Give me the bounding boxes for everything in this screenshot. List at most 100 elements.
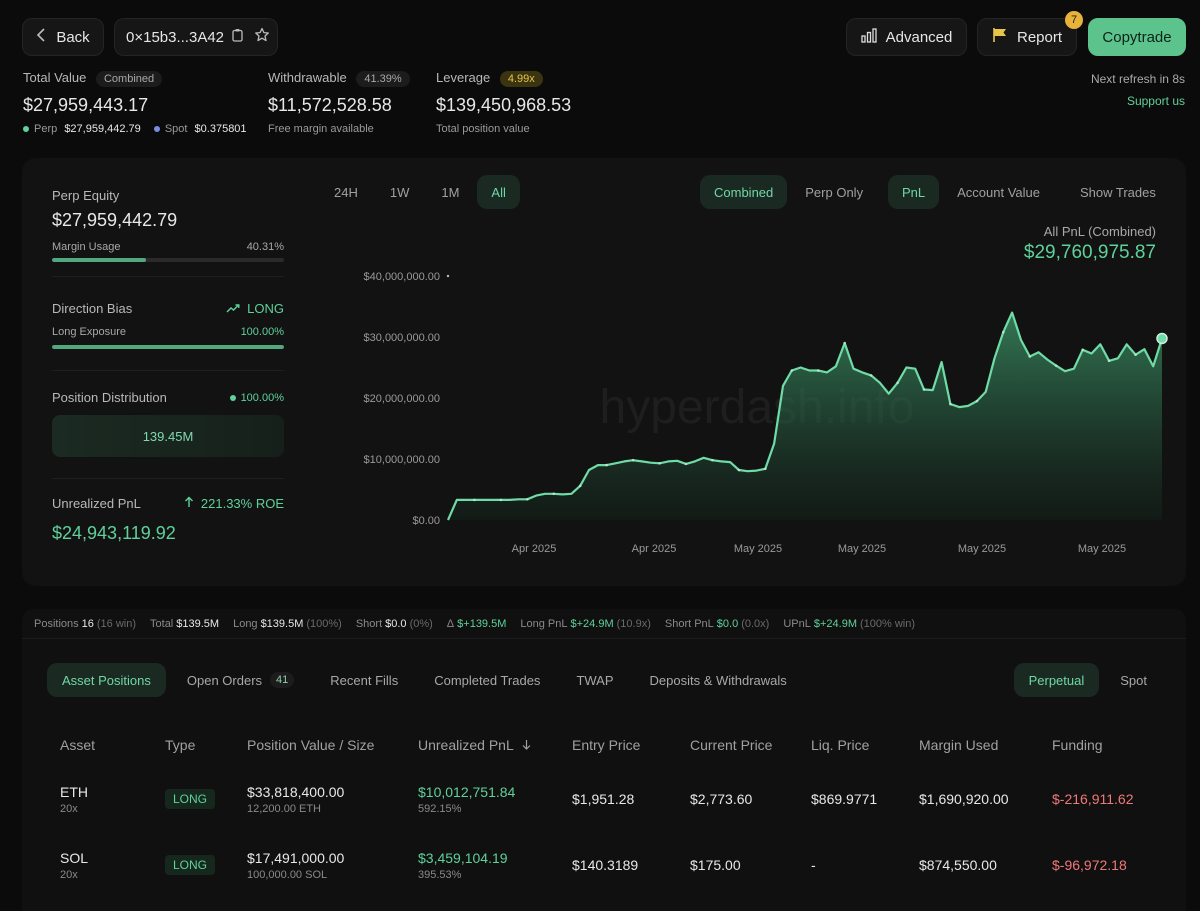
col-entry-price[interactable]: Entry Price	[572, 724, 690, 766]
pnl-point	[1081, 348, 1084, 352]
pnl-area	[448, 312, 1162, 520]
tab-open-orders[interactable]: Open Orders 41	[172, 663, 309, 697]
pnl-chart[interactable]: hyperdash.info$40,000,000.00$30,000,000.…	[312, 258, 1172, 568]
stat-upnl-sub: (100% win)	[860, 617, 916, 630]
distribution-bar[interactable]: 139.45M	[52, 415, 284, 457]
x-tick-label: Apr 2025	[512, 543, 557, 555]
range-all[interactable]: All	[477, 175, 520, 209]
positions-tabs: Asset Positions Open Orders 41 Recent Fil…	[47, 663, 802, 697]
mode-selector: Combined Perp Only	[700, 175, 877, 209]
stat-total-label: Total	[150, 617, 174, 630]
pnl-point	[975, 399, 979, 403]
spot-dot	[153, 125, 160, 132]
perp-value: $27,959,442.79	[64, 122, 141, 135]
range-selector: 24H 1W 1M All	[320, 175, 520, 209]
report-badge: 7	[1065, 11, 1083, 29]
col-margin-used[interactable]: Margin Used	[919, 724, 1052, 766]
entry-price: $140.3189	[572, 857, 639, 873]
funding: $-216,911.62	[1052, 791, 1134, 807]
metric-account-value[interactable]: Account Value	[943, 175, 1054, 209]
tab-twap[interactable]: TWAP	[561, 663, 628, 697]
col-position-value[interactable]: Position Value / Size	[247, 724, 418, 766]
distribution-pct: 100.00%	[240, 391, 284, 404]
x-tick-label: May 2025	[734, 543, 782, 555]
col-type[interactable]: Type	[165, 724, 247, 766]
current-price: $175.00	[690, 857, 741, 873]
copytrade-label: Copytrade	[1102, 28, 1172, 46]
axis-marker	[446, 274, 450, 278]
copy-icon[interactable]	[232, 28, 244, 46]
long-exposure-pct: 100.00%	[240, 326, 284, 338]
margin-used: $1,690,920.00	[919, 791, 1009, 807]
tab-recent-fills[interactable]: Recent Fills	[315, 663, 413, 697]
spot-value: $0.375801	[194, 122, 247, 135]
direction-bias-value: LONG	[226, 301, 284, 316]
stat-long-value: $139.5M	[260, 617, 304, 630]
tab-asset-positions[interactable]: Asset Positions	[47, 663, 166, 697]
pnl-point	[1134, 353, 1137, 356]
funding: $-96,972.18	[1052, 857, 1127, 873]
position-size: 100,000.00 SOL	[247, 868, 328, 881]
back-button[interactable]: Back	[22, 18, 104, 56]
positions-table: Asset Type Position Value / Size Unreali…	[22, 724, 1186, 898]
range-1w[interactable]: 1W	[376, 175, 424, 209]
asset-name: ETH	[60, 783, 88, 800]
total-value-label: Total Value	[23, 70, 87, 85]
stat-short-value: $0.0	[385, 617, 407, 630]
stat-long-pnl: Long PnL $+24.9M (10.9x)	[520, 618, 650, 630]
copytrade-button[interactable]: Copytrade	[1088, 18, 1186, 56]
report-button[interactable]: Report	[977, 18, 1077, 56]
stat-short-pnl-sub: (0.0x)	[741, 617, 770, 630]
withdrawable-sub: Free margin available	[268, 122, 374, 135]
report-label: Report	[1016, 28, 1063, 46]
long-exposure-label: Long Exposure	[52, 326, 126, 338]
col-current-price[interactable]: Current Price	[690, 724, 811, 766]
direction-bias-label: Direction Bias	[52, 301, 133, 316]
col-unrealized-pnl-label: Unrealized PnL	[418, 737, 514, 753]
leverage-label: Leverage	[436, 70, 491, 85]
tab-spot[interactable]: Spot	[1105, 663, 1162, 697]
advanced-button[interactable]: Advanced	[846, 18, 967, 56]
position-value: $33,818,400.00	[247, 783, 345, 800]
metric-pnl[interactable]: PnL	[888, 175, 940, 209]
pnl-point	[658, 461, 661, 465]
withdrawable-pct: 41.39%	[356, 70, 410, 87]
roe-text: 221.33% ROE	[200, 496, 284, 511]
col-asset[interactable]: Asset	[22, 724, 165, 766]
pnl-summary-label: All PnL (Combined)	[1043, 224, 1156, 239]
pnl-current-point[interactable]	[1156, 332, 1168, 345]
asset-leverage: 20x	[60, 802, 78, 815]
perp-equity-label: Perp Equity	[52, 188, 120, 203]
current-price: $2,773.60	[690, 791, 753, 807]
stat-delta: Δ $+139.5M	[447, 618, 507, 630]
y-tick-label: $40,000,000.00	[364, 271, 440, 283]
pnl-point	[949, 402, 952, 406]
pnl-point	[605, 463, 608, 467]
col-funding[interactable]: Funding	[1052, 724, 1186, 766]
perp-label: Perp	[34, 122, 58, 135]
star-icon[interactable]	[254, 27, 270, 47]
col-liq-price[interactable]: Liq. Price	[811, 724, 919, 766]
show-trades-wrap: Show Trades	[1066, 175, 1170, 209]
table-row[interactable]: SOL 20x LONG $17,491,000.00 100,000.00 SOL…	[22, 832, 1186, 898]
range-1m[interactable]: 1M	[427, 175, 473, 209]
arrow-up-icon	[184, 496, 198, 511]
table-row[interactable]: ETH 20x LONG $33,818,400.00 12,200.00 ETH …	[22, 766, 1186, 832]
open-orders-count: 41	[270, 672, 295, 688]
stat-positions: Positions 16 (16 win)	[34, 618, 136, 630]
unrealized-label: Unrealized PnL	[52, 496, 141, 511]
show-trades-toggle[interactable]: Show Trades	[1066, 175, 1170, 209]
stat-upnl: UPnL $+24.9M (100% win)	[783, 618, 915, 630]
mode-perp-only[interactable]: Perp Only	[791, 175, 877, 209]
tab-perpetual[interactable]: Perpetual	[1013, 663, 1100, 697]
stat-upnl-value: $+24.9M	[813, 617, 857, 630]
tab-completed-trades[interactable]: Completed Trades	[419, 663, 555, 697]
tab-deposits-withdrawals[interactable]: Deposits & Withdrawals	[635, 663, 802, 697]
position-size: 12,200.00 ETH	[247, 802, 321, 815]
col-unrealized-pnl[interactable]: Unrealized PnL	[418, 724, 572, 766]
support-link[interactable]: Support us	[1127, 94, 1185, 108]
metric-selector: PnL Account Value	[888, 175, 1054, 209]
mode-combined[interactable]: Combined	[700, 175, 788, 209]
range-24h[interactable]: 24H	[320, 175, 372, 209]
long-exposure-bar	[52, 345, 284, 349]
